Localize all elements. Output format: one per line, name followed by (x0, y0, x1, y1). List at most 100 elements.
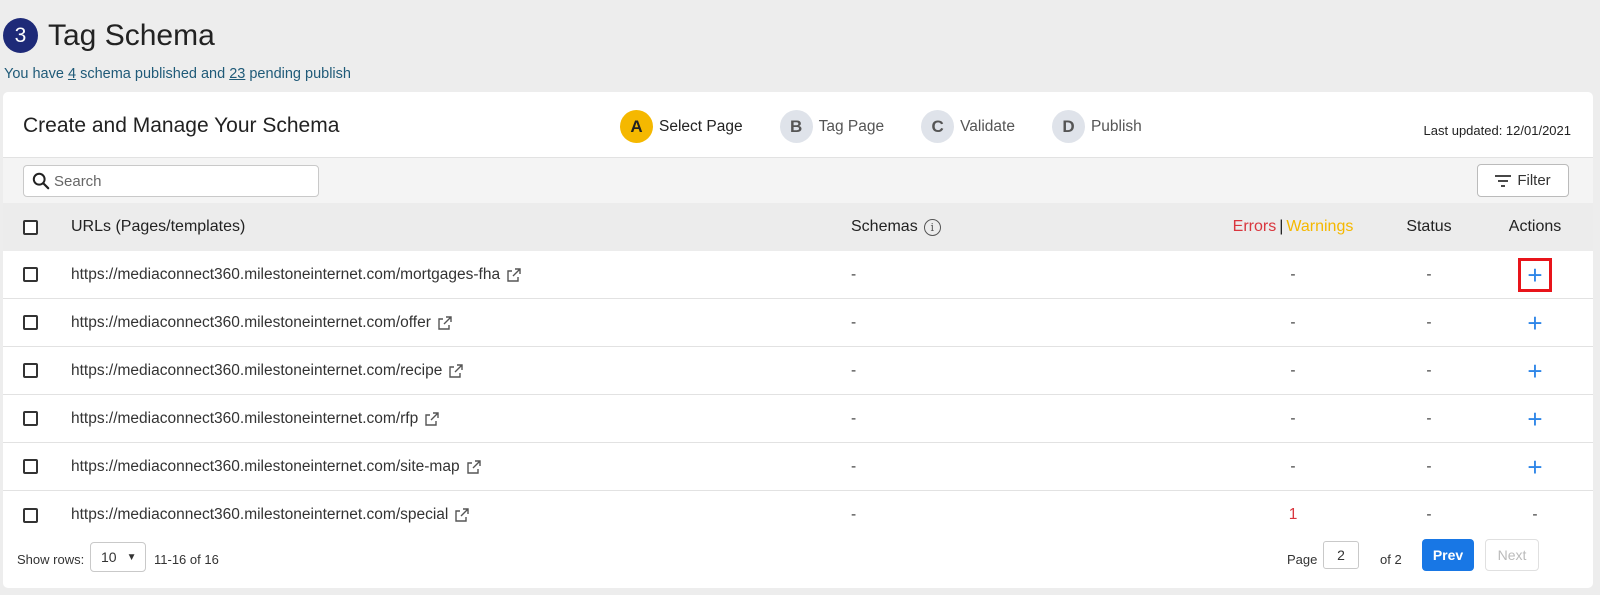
url-cell: https://mediaconnect360.milestoneinterne… (71, 491, 470, 539)
page-total: of 2 (1380, 552, 1402, 567)
errors-cell[interactable]: 1 (1223, 491, 1363, 539)
search-input[interactable] (54, 172, 304, 190)
errors-cell: - (1290, 409, 1296, 427)
step-b-circle: B (779, 110, 813, 143)
url-link[interactable]: https://mediaconnect360.milestoneinterne… (71, 314, 431, 332)
step-d-circle: D (1051, 110, 1085, 143)
add-schema-button[interactable]: + (1518, 450, 1552, 484)
table-row: https://mediaconnect360.milestoneinterne… (3, 347, 1593, 395)
header-separator: | (1279, 218, 1284, 235)
header-errors: Errors (1232, 218, 1277, 235)
filter-button[interactable]: Filter (1477, 164, 1569, 197)
errors-cell: - (1290, 457, 1296, 475)
caret-down-icon: ▼ (126, 551, 137, 563)
publish-summary: You have 4 schema published and 23 pendi… (4, 66, 351, 82)
rows-per-page-select[interactable]: 10 ▼ (90, 542, 146, 572)
step-c-circle: C (921, 110, 955, 143)
filter-label: Filter (1517, 172, 1551, 189)
url-link[interactable]: https://mediaconnect360.milestoneinterne… (71, 506, 448, 524)
card-header: Create and Manage Your Schema A Select P… (3, 92, 1593, 158)
add-schema-button[interactable]: + (1518, 402, 1552, 436)
add-schema-button[interactable]: + (1518, 354, 1552, 388)
info-icon[interactable]: i (923, 218, 941, 236)
status-cell: - (1426, 361, 1432, 379)
select-all-checkbox[interactable] (23, 219, 38, 235)
stepper: A Select Page B Tag Page C Validate D Pu… (620, 110, 1179, 143)
errors-cell: - (1290, 265, 1296, 283)
step-validate[interactable]: C Validate (921, 110, 1015, 143)
schemas-cell: - (851, 506, 857, 523)
row-checkbox[interactable] (23, 411, 38, 426)
step-publish[interactable]: D Publish (1051, 110, 1142, 143)
step-tag-page[interactable]: B Tag Page (779, 110, 885, 143)
header-schemas-label: Schemas (851, 218, 918, 235)
url-cell: https://mediaconnect360.milestoneinterne… (71, 443, 482, 490)
filter-icon (1495, 174, 1512, 187)
url-cell: https://mediaconnect360.milestoneinterne… (71, 251, 522, 298)
row-checkbox[interactable] (23, 459, 38, 474)
step-b-label: Tag Page (818, 117, 885, 135)
table-row: https://mediaconnect360.milestoneinterne… (3, 443, 1593, 491)
url-link[interactable]: https://mediaconnect360.milestoneinterne… (71, 266, 500, 284)
prev-button[interactable]: Prev (1422, 539, 1474, 571)
url-cell: https://mediaconnect360.milestoneinterne… (71, 395, 440, 442)
step-c-label: Validate (960, 117, 1015, 135)
page-title: Tag Schema (48, 18, 215, 52)
schemas-cell: - (851, 313, 857, 331)
pagination-bar: Show rows: 10 ▼ 11-16 of 16 Page 2 of 2 … (3, 536, 1593, 588)
header-errors-warnings: Errors | Warnings (1223, 203, 1363, 251)
step-a-circle: A (620, 110, 653, 143)
external-link-icon[interactable] (424, 411, 440, 427)
errors-cell: - (1290, 361, 1296, 379)
table-row: https://mediaconnect360.milestoneinterne… (3, 491, 1593, 539)
step-number-badge: 3 (3, 18, 38, 53)
search-icon (32, 172, 50, 190)
step-select-page[interactable]: A Select Page (620, 110, 743, 143)
next-button[interactable]: Next (1485, 539, 1539, 571)
summary-suffix: pending publish (245, 66, 351, 82)
row-range: 11-16 of 16 (154, 552, 219, 567)
url-cell: https://mediaconnect360.milestoneinterne… (71, 347, 464, 394)
add-schema-button[interactable]: + (1518, 257, 1552, 292)
row-checkbox[interactable] (23, 267, 38, 282)
status-cell: - (1426, 409, 1432, 427)
schema-card: Create and Manage Your Schema A Select P… (3, 92, 1593, 588)
row-checkbox[interactable] (23, 363, 38, 378)
page-number-input[interactable]: 2 (1323, 541, 1359, 569)
page-header: 3 Tag Schema (3, 18, 215, 53)
actions-cell: - (1532, 506, 1538, 523)
step-d-label: Publish (1090, 117, 1142, 135)
schemas-cell: - (851, 457, 857, 475)
table-row: https://mediaconnect360.milestoneinterne… (3, 299, 1593, 347)
url-link[interactable]: https://mediaconnect360.milestoneinterne… (71, 410, 418, 428)
url-link[interactable]: https://mediaconnect360.milestoneinterne… (71, 458, 460, 476)
row-checkbox[interactable] (23, 507, 38, 523)
pending-count-link[interactable]: 23 (229, 66, 245, 82)
external-link-icon[interactable] (437, 315, 453, 331)
external-link-icon[interactable] (454, 507, 470, 523)
add-schema-button[interactable]: + (1518, 306, 1552, 340)
errors-cell: - (1290, 313, 1296, 331)
external-link-icon[interactable] (448, 363, 464, 379)
schemas-cell: - (851, 409, 857, 427)
url-cell: https://mediaconnect360.milestoneinterne… (71, 299, 453, 346)
external-link-icon[interactable] (506, 267, 522, 283)
published-count-link[interactable]: 4 (68, 66, 76, 82)
status-cell: - (1426, 313, 1432, 331)
status-cell: - (1426, 457, 1432, 475)
status-cell: - (1426, 265, 1432, 283)
search-box[interactable] (23, 165, 319, 197)
row-checkbox[interactable] (23, 315, 38, 330)
url-link[interactable]: https://mediaconnect360.milestoneinterne… (71, 362, 442, 380)
summary-prefix: You have (4, 66, 68, 82)
external-link-icon[interactable] (466, 459, 482, 475)
card-title: Create and Manage Your Schema (23, 114, 340, 137)
step-a-label: Select Page (659, 117, 743, 135)
last-updated: Last updated: 12/01/2021 (1423, 123, 1571, 138)
page-label: Page (1287, 552, 1318, 567)
header-actions: Actions (1508, 218, 1562, 235)
rows-per-page-value: 10 (101, 549, 117, 565)
header-url[interactable]: URLs (Pages/templates) (71, 203, 245, 251)
header-status: Status (1406, 218, 1452, 235)
table-header-row: URLs (Pages/templates) Schemas i Errors … (3, 203, 1593, 251)
